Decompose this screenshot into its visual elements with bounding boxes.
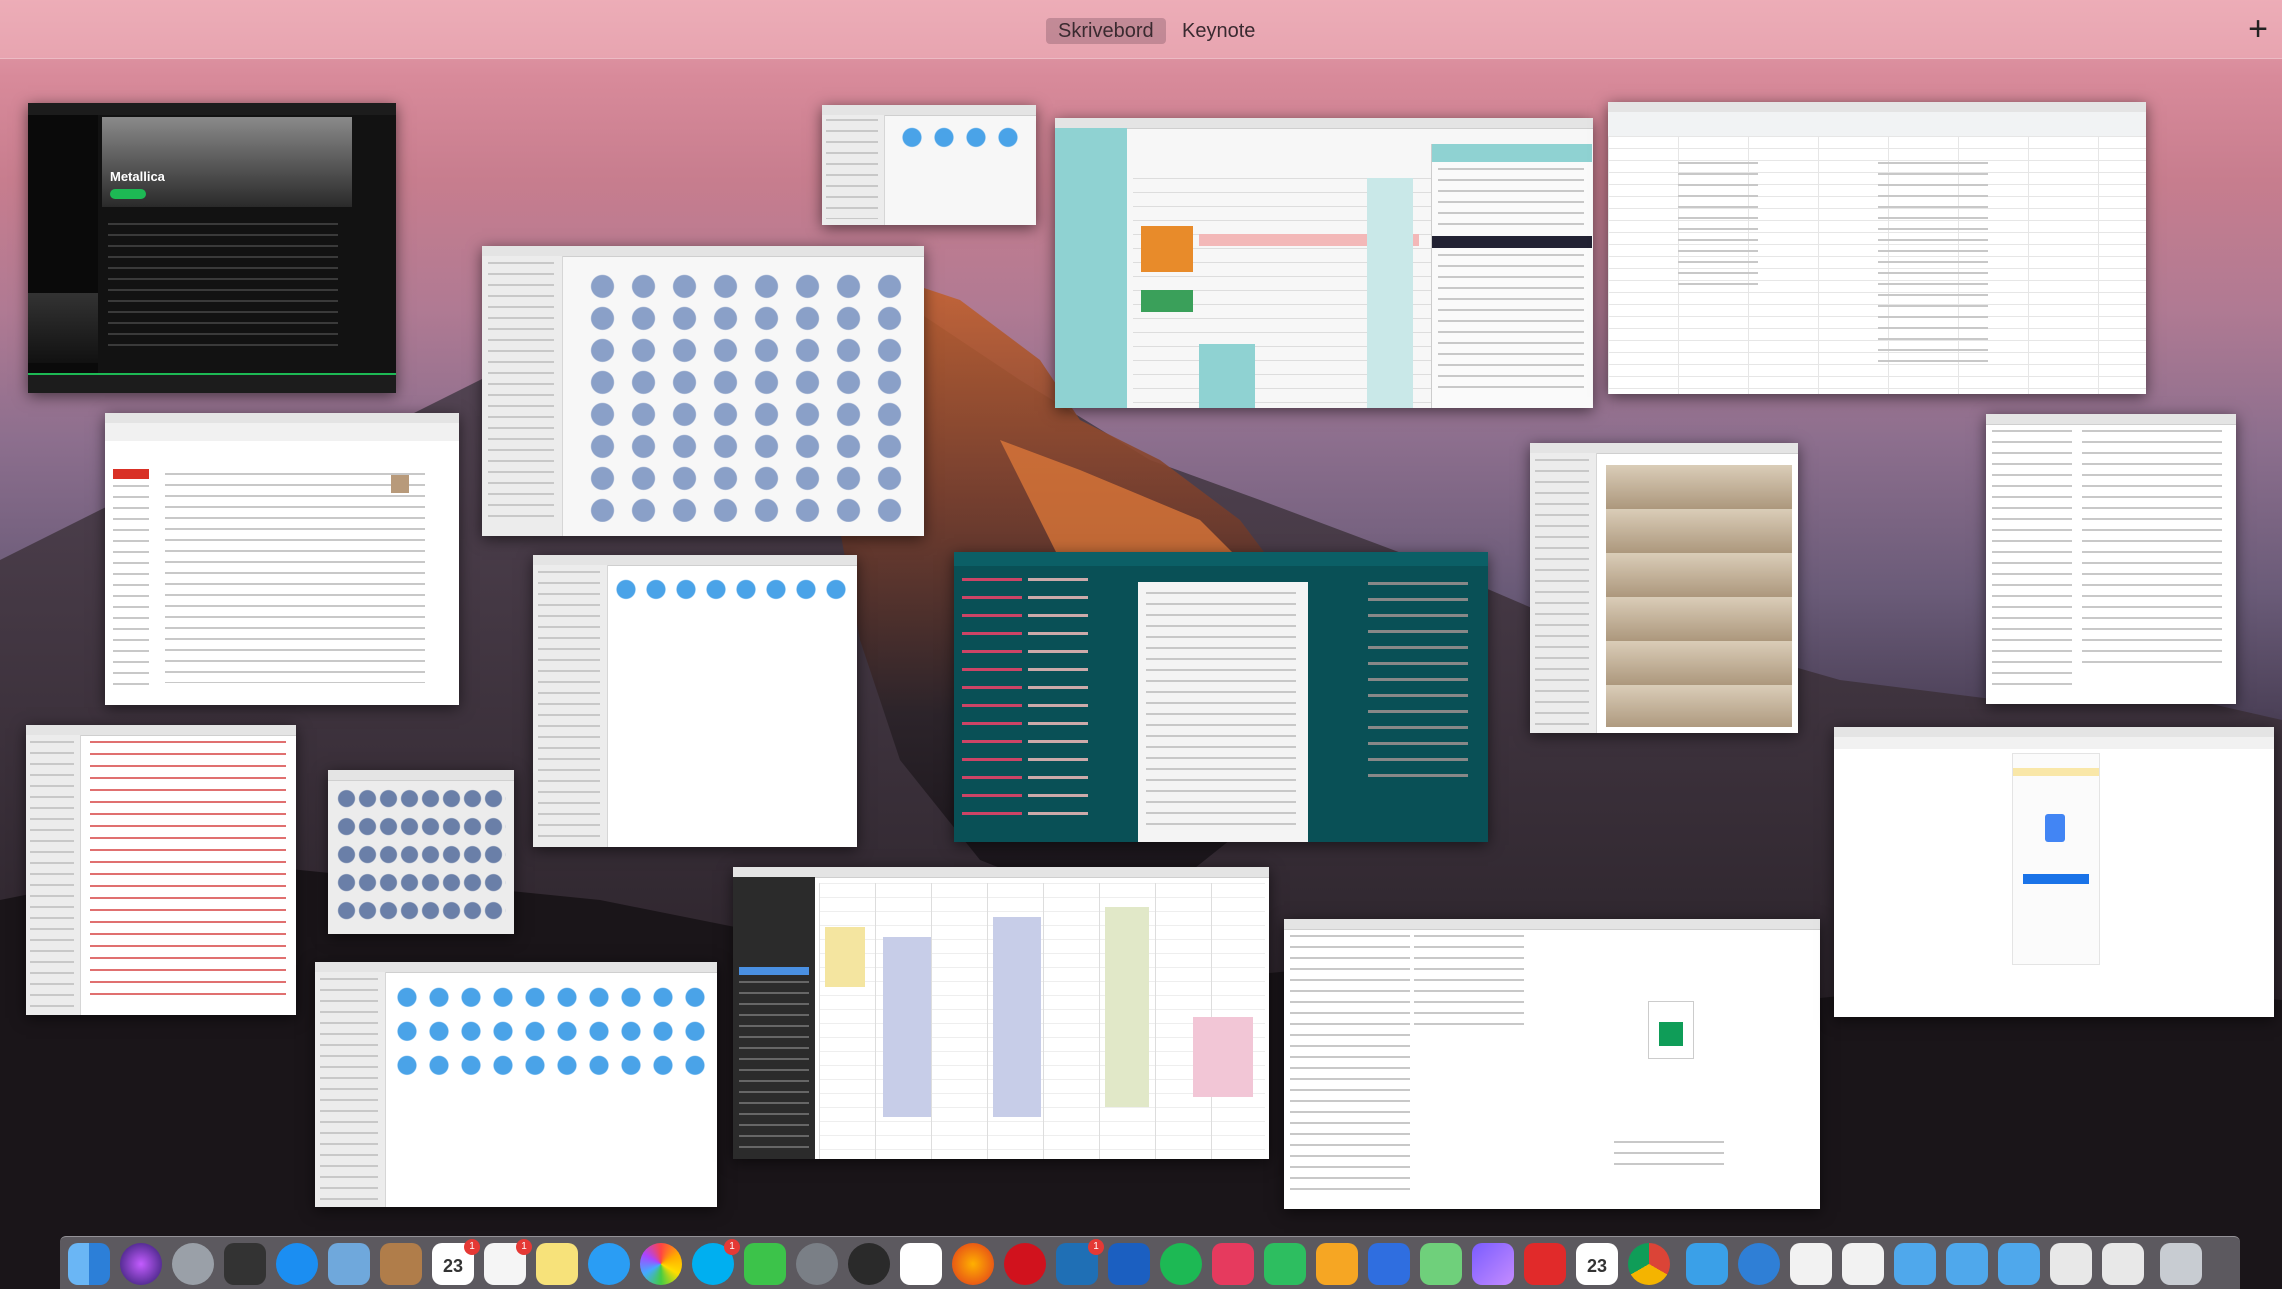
reminders-icon[interactable]: 1 bbox=[484, 1239, 532, 1285]
maps-icon[interactable] bbox=[1420, 1243, 1462, 1285]
signin-next-button[interactable] bbox=[2023, 874, 2089, 884]
safari-icon[interactable] bbox=[588, 1243, 630, 1285]
preferences-icon-grid bbox=[336, 786, 506, 926]
folder-2-icon[interactable] bbox=[1894, 1243, 1936, 1285]
folder-3-icon[interactable] bbox=[1946, 1243, 1988, 1285]
lips-app-icon[interactable] bbox=[1212, 1243, 1254, 1285]
sketchup-icon[interactable] bbox=[1524, 1243, 1566, 1285]
folder-4-icon[interactable] bbox=[1998, 1243, 2040, 1285]
apps-grid bbox=[582, 272, 912, 522]
pages-icon[interactable] bbox=[1316, 1243, 1358, 1285]
document-2-icon[interactable] bbox=[1842, 1243, 1884, 1285]
spotify-icon[interactable] bbox=[1160, 1243, 1202, 1285]
image-thumbnails-grid bbox=[1606, 465, 1792, 727]
add-space-button[interactable]: + bbox=[2248, 12, 2268, 46]
window-drive-file[interactable] bbox=[1284, 919, 1820, 1209]
window-calendar-month[interactable] bbox=[733, 867, 1269, 1159]
folder-icon[interactable] bbox=[1686, 1243, 1728, 1285]
phone-icon bbox=[2045, 814, 2065, 842]
slides-icon[interactable] bbox=[900, 1243, 942, 1285]
photos-icon[interactable] bbox=[640, 1243, 682, 1285]
facetime-icon[interactable] bbox=[744, 1243, 786, 1285]
spotify-play-button[interactable] bbox=[110, 189, 146, 199]
spotify-artist-name: Metallica bbox=[110, 169, 165, 184]
evernote-icon[interactable] bbox=[1264, 1243, 1306, 1285]
skype-badge: 1 bbox=[724, 1239, 740, 1255]
window-google-signin[interactable] bbox=[1834, 727, 2274, 1017]
window-system-preferences[interactable] bbox=[328, 770, 514, 934]
spotify-artist-header: Metallica bbox=[102, 117, 352, 207]
skype-icon[interactable]: 1 bbox=[692, 1239, 740, 1285]
calendar-icon[interactable]: 23 1 bbox=[432, 1239, 480, 1285]
keynote-icon[interactable] bbox=[1368, 1243, 1410, 1285]
globe-icon[interactable] bbox=[1738, 1243, 1780, 1285]
document-stack-icon[interactable] bbox=[2050, 1243, 2092, 1285]
notebook-icon[interactable] bbox=[380, 1243, 422, 1285]
calendar-date: 23 bbox=[442, 1256, 464, 1276]
mission-control-icon[interactable] bbox=[224, 1243, 266, 1285]
space-keynote[interactable]: Keynote bbox=[1170, 18, 1267, 44]
launchpad-icon[interactable] bbox=[172, 1243, 214, 1285]
calendar-2-date: 23 bbox=[1586, 1256, 1608, 1276]
window-trello[interactable] bbox=[954, 552, 1488, 842]
prism-icon[interactable] bbox=[1472, 1243, 1514, 1285]
sheets-file-icon bbox=[1648, 1001, 1694, 1059]
siri-icon[interactable] bbox=[120, 1243, 162, 1285]
window-calendar-week[interactable] bbox=[1055, 118, 1593, 408]
dock: 23 1 1 1 1 23 bbox=[60, 1236, 2240, 1289]
window-google-sheets[interactable] bbox=[1608, 102, 2146, 394]
window-finder-documents[interactable] bbox=[315, 962, 717, 1207]
mission-control-desktop: Skrivebord Keynote + Metallica 23 1 1 1 … bbox=[0, 0, 2282, 1289]
window-finder-apps[interactable] bbox=[482, 246, 924, 536]
window-finder-small[interactable] bbox=[822, 105, 1036, 225]
finder-icon[interactable] bbox=[68, 1243, 110, 1285]
calendar-2-icon[interactable]: 23 bbox=[1576, 1243, 1618, 1285]
app-store-icon[interactable] bbox=[276, 1243, 318, 1285]
spaces-bar: Skrivebord Keynote + bbox=[0, 0, 2282, 59]
window-finder-images[interactable] bbox=[1530, 443, 1798, 733]
reminders-badge: 1 bbox=[516, 1239, 532, 1255]
window-document-notes[interactable] bbox=[1986, 414, 2236, 704]
calendar-badge: 1 bbox=[464, 1239, 480, 1255]
window-spotify[interactable]: Metallica bbox=[28, 103, 396, 393]
window-reminders-list[interactable] bbox=[26, 725, 296, 1015]
window-gmail[interactable] bbox=[105, 413, 459, 705]
firefox-icon[interactable] bbox=[952, 1243, 994, 1285]
document-icon[interactable] bbox=[1790, 1243, 1832, 1285]
chrome-icon[interactable] bbox=[1628, 1243, 1670, 1285]
document-stack-2-icon[interactable] bbox=[2102, 1243, 2144, 1285]
window-finder-folders[interactable] bbox=[533, 555, 857, 847]
space-skrivebord[interactable]: Skrivebord bbox=[1046, 18, 1166, 44]
preview-icon[interactable] bbox=[328, 1243, 370, 1285]
system-preferences-icon[interactable] bbox=[796, 1243, 838, 1285]
audio-app-icon[interactable] bbox=[1108, 1243, 1150, 1285]
opera-icon[interactable] bbox=[1004, 1243, 1046, 1285]
app-badge: 1 bbox=[1088, 1239, 1104, 1255]
notes-icon[interactable] bbox=[536, 1243, 578, 1285]
trash-icon[interactable] bbox=[2160, 1243, 2202, 1285]
tablet-app-icon[interactable]: 1 bbox=[1056, 1239, 1104, 1285]
obs-icon[interactable] bbox=[848, 1243, 890, 1285]
